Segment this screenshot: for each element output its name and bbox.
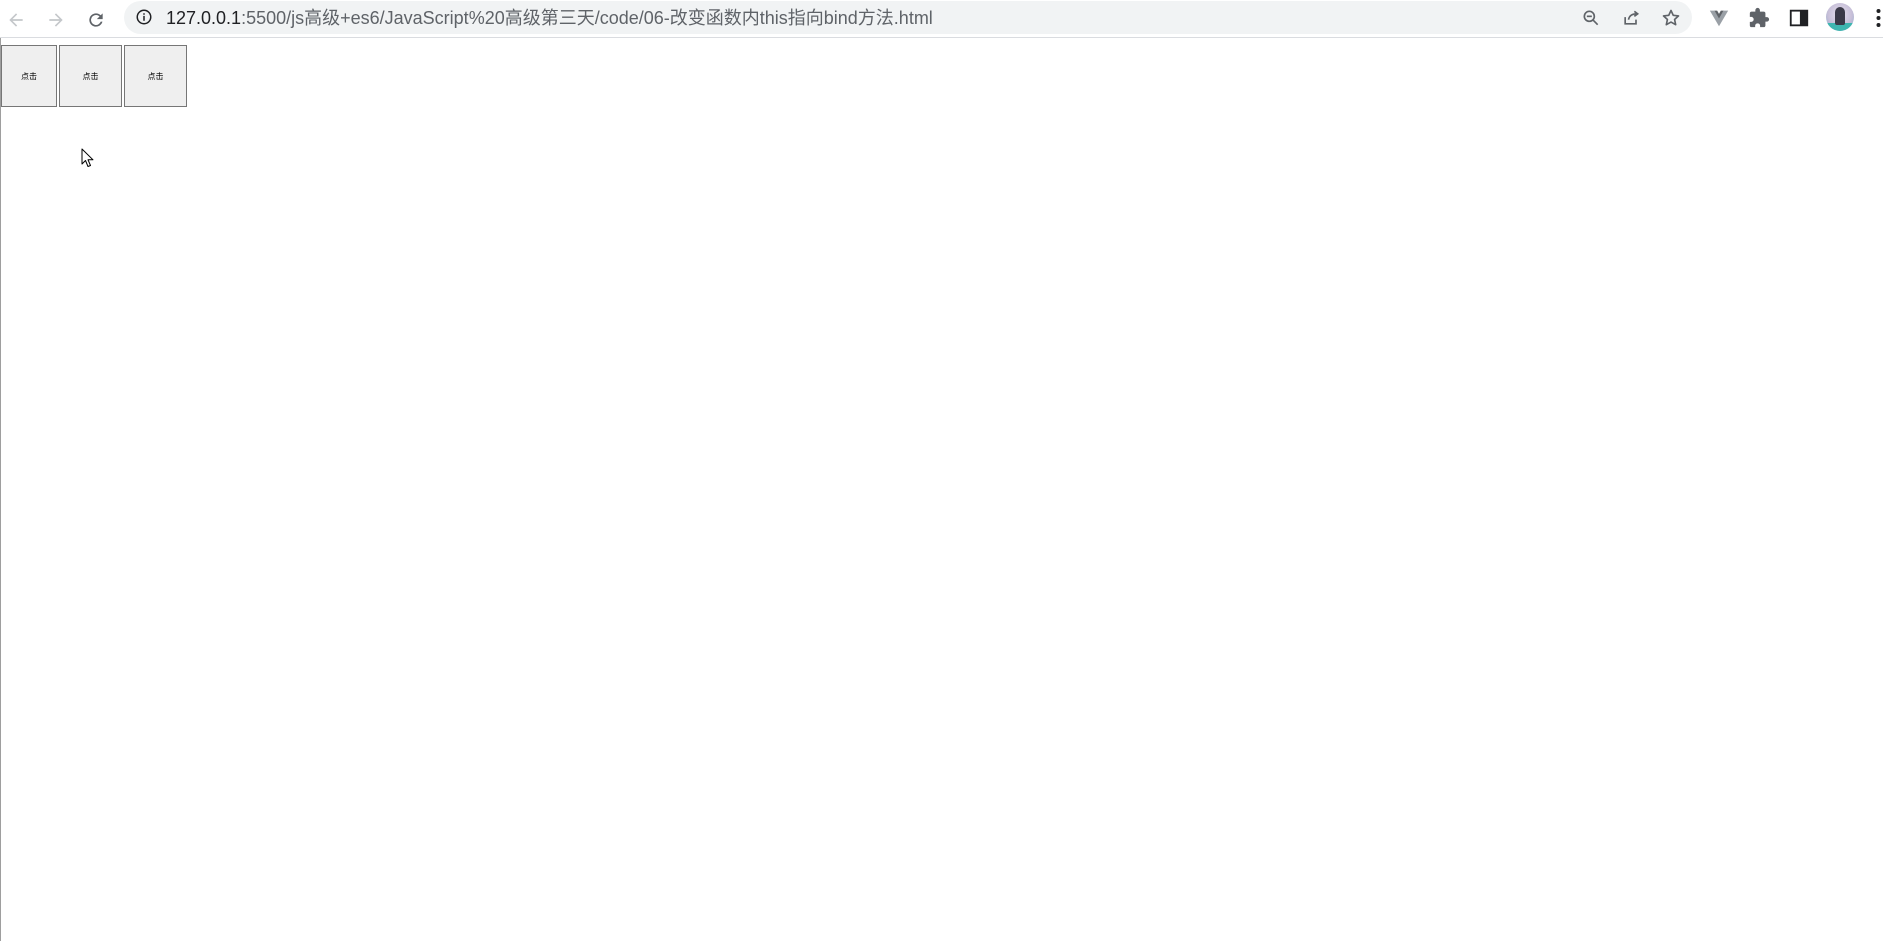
url-path: :5500/js高级+es6/JavaScript%20高级第三天/code/0… [241, 8, 933, 28]
arrow-right-icon [49, 13, 63, 27]
side-panel-icon [1789, 9, 1809, 27]
bookmark-button[interactable] [1658, 5, 1684, 31]
browser-toolbar: 127.0.0.1:5500/js高级+es6/JavaScript%20高级第… [0, 0, 1883, 38]
zoom-button[interactable] [1578, 5, 1604, 31]
url-text: 127.0.0.1:5500/js高级+es6/JavaScript%20高级第… [166, 8, 933, 28]
reload-icon [89, 13, 103, 27]
reload-button[interactable] [80, 4, 112, 36]
page-content: 点击 点击 点击 [0, 38, 1883, 941]
share-icon [1624, 10, 1640, 25]
vue-logo-icon [1709, 10, 1729, 27]
info-icon [136, 9, 152, 25]
extensions-button[interactable] [1744, 3, 1774, 33]
profile-avatar[interactable] [1826, 3, 1854, 31]
url-host: 127.0.0.1 [166, 8, 242, 28]
share-button[interactable] [1618, 5, 1644, 31]
star-icon [1662, 9, 1680, 26]
forward-button[interactable] [40, 4, 72, 36]
browser-menu-button[interactable] [1874, 6, 1883, 30]
click-button-3[interactable]: 点击 [124, 45, 187, 107]
click-button-1[interactable]: 点击 [1, 45, 57, 107]
mouse-cursor-icon [81, 148, 94, 167]
side-panel-button[interactable] [1784, 3, 1814, 33]
puzzle-icon [1749, 7, 1770, 28]
back-button[interactable] [0, 4, 32, 36]
zoom-out-icon [1583, 10, 1599, 26]
vue-devtools-button[interactable] [1704, 3, 1734, 33]
arrow-left-icon [9, 13, 23, 27]
address-bar[interactable]: 127.0.0.1:5500/js高级+es6/JavaScript%20高级第… [124, 1, 1692, 34]
kebab-menu-icon [1876, 9, 1881, 27]
click-button-2[interactable]: 点击 [59, 45, 122, 107]
site-info-button[interactable] [134, 7, 154, 27]
avatar-figure [1835, 7, 1845, 25]
